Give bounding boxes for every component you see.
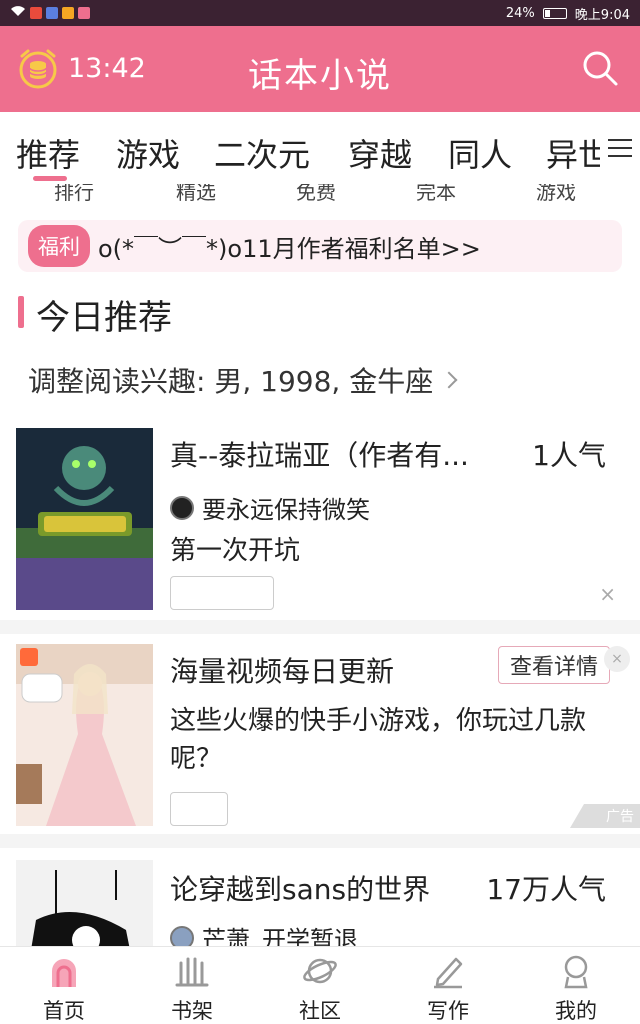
- nav-label: 社区: [299, 999, 341, 1023]
- chevron-right-icon: [440, 371, 458, 389]
- tab-fanfiction[interactable]: 同人: [448, 130, 512, 176]
- author-name: 要永远保持微笑: [202, 496, 370, 524]
- pen-icon: [430, 953, 466, 989]
- nav-label: 书架: [171, 999, 213, 1023]
- book-title: 论穿越到sans的世界: [170, 873, 431, 906]
- book-description: 第一次开坑: [170, 536, 301, 566]
- nav-bookshelf[interactable]: 书架: [128, 951, 256, 1024]
- ad-description: 这些火爆的快手小游戏，你玩过几款呢？: [170, 706, 587, 774]
- author-avatar: [170, 925, 194, 946]
- author-avatar: [170, 495, 194, 520]
- interest-text: 调整阅读兴趣: 男, 1998, 金牛座: [28, 365, 434, 398]
- status-time: 晚上9:04: [574, 7, 630, 23]
- category-tabs: 推荐 游戏 二次元 穿越 同人 异世: [0, 112, 640, 184]
- nav-write[interactable]: 写作: [384, 951, 512, 1024]
- banner-text: o(*￣︶￣*)o11月作者福利名单>>: [98, 234, 481, 263]
- battery-icon: [542, 7, 567, 19]
- nav-home[interactable]: 首页: [0, 951, 128, 1024]
- divider: [0, 620, 640, 634]
- subnav-free[interactable]: 免费: [296, 184, 336, 204]
- tab-games[interactable]: 游戏: [116, 130, 180, 176]
- nav-label: 首页: [43, 999, 85, 1023]
- view-details-button[interactable]: 查看详情: [498, 646, 610, 684]
- notification-icon: [30, 7, 42, 19]
- book-cover: [16, 860, 153, 946]
- tab-anime[interactable]: 二次元: [214, 130, 310, 176]
- bookshelf-icon: [174, 953, 210, 989]
- divider: [0, 834, 640, 848]
- welfare-banner[interactable]: 福利 o(*￣︶￣*)o11月作者福利名单>>: [18, 220, 622, 272]
- tab-time-travel[interactable]: 穿越: [348, 130, 412, 176]
- nav-label: 写作: [427, 999, 469, 1023]
- sub-nav: 排行 精选 免费 完本 游戏: [0, 184, 640, 204]
- search-icon[interactable]: [580, 48, 620, 88]
- author-row: 要永远保持微笑: [170, 490, 370, 525]
- status-bar: 24% 晚上9:04: [0, 0, 640, 26]
- book-title: 真--泰拉瑞亚（作者有...: [170, 439, 469, 472]
- home-icon: [46, 953, 82, 989]
- book-cover: [16, 428, 153, 610]
- nav-community[interactable]: 社区: [256, 951, 384, 1024]
- notification-icon: [78, 7, 90, 19]
- nav-label: 我的: [555, 999, 597, 1023]
- book-popularity: 17万人气: [486, 873, 606, 906]
- wifi-icon: [10, 5, 26, 21]
- subnav-featured[interactable]: 精选: [176, 184, 216, 204]
- app-title: 话本小说: [248, 56, 392, 96]
- notification-icon: [62, 7, 74, 19]
- section-title: 今日推荐: [36, 298, 172, 338]
- tab-recommend[interactable]: 推荐: [16, 130, 80, 176]
- notification-icon: [46, 7, 58, 19]
- app-header: 13:42 话本小说: [0, 26, 640, 112]
- tag-box: [170, 792, 228, 826]
- planet-icon: [302, 953, 338, 989]
- section-marker: [18, 296, 24, 328]
- author-name: 芒萧_开学暂退: [202, 926, 358, 946]
- subnav-completed[interactable]: 完本: [416, 184, 456, 204]
- welfare-badge: 福利: [28, 225, 90, 267]
- ad-title: 海量视频每日更新: [170, 655, 395, 688]
- tag-box: [170, 576, 274, 610]
- bottom-nav: 首页 书架 社区 写作 我的: [0, 946, 640, 1024]
- interest-settings-link[interactable]: 调整阅读兴趣: 男, 1998, 金牛座: [28, 360, 458, 400]
- ad-label: 广告: [570, 804, 640, 828]
- ad-close-icon[interactable]: ×: [604, 646, 630, 672]
- subnav-ranking[interactable]: 排行: [54, 184, 94, 204]
- menu-icon[interactable]: [600, 126, 640, 170]
- ad-cover: [16, 644, 153, 826]
- book-card[interactable]: 论穿越到sans的世界 17万人气 芒萧_开学暂退: [0, 848, 640, 946]
- book-popularity: 1人气: [532, 439, 606, 472]
- tab-indicator: [33, 176, 67, 181]
- battery-percent: 24%: [505, 5, 535, 21]
- author-row: 芒萧_开学暂退: [170, 920, 358, 946]
- ad-card[interactable]: 海量视频每日更新 查看详情 × 这些火爆的快手小游戏，你玩过几款呢？ 广告: [0, 634, 640, 834]
- subnav-games[interactable]: 游戏: [536, 184, 576, 204]
- close-icon[interactable]: ×: [599, 582, 616, 606]
- nav-profile[interactable]: 我的: [512, 951, 640, 1024]
- profile-icon: [558, 953, 594, 989]
- book-card[interactable]: 真--泰拉瑞亚（作者有... 1人气 要永远保持微笑 第一次开坑 ×: [0, 420, 640, 620]
